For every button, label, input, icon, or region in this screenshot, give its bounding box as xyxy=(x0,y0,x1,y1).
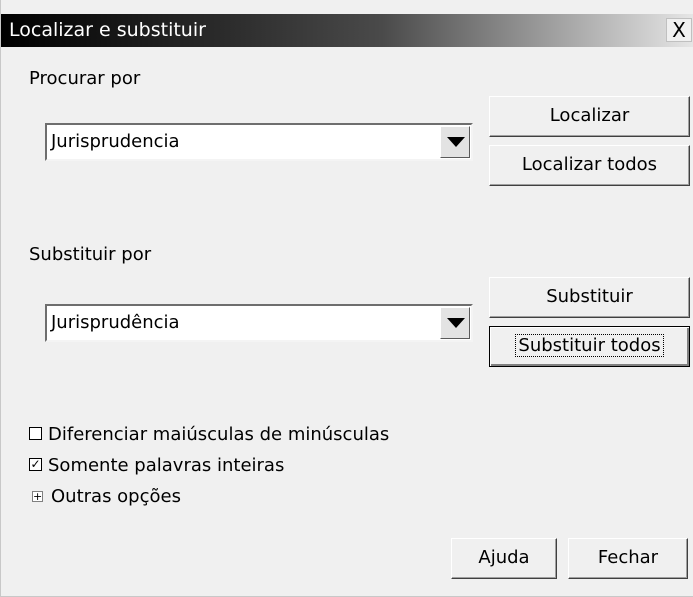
find-all-button-label: Localizar todos xyxy=(521,154,658,175)
replace-button[interactable]: Substituir xyxy=(489,277,690,318)
expand-icon[interactable]: + xyxy=(32,491,43,502)
whole-words-label-text: Somente palavras inteiras xyxy=(48,455,285,476)
find-label: Procurar por xyxy=(29,68,140,90)
dropdown-arrow-icon[interactable] xyxy=(440,307,470,339)
find-button-label: Localizar xyxy=(549,105,630,126)
replace-button-label: Substituir xyxy=(546,286,633,307)
replace-combobox[interactable]: Jurisprudência xyxy=(45,304,473,342)
more-options-link[interactable]: Outras opções xyxy=(51,486,181,508)
close-button-label: Fechar xyxy=(597,547,659,568)
replace-label-text: Substituir por xyxy=(29,244,152,265)
find-replace-dialog: Localizar e substituir X Procurar por Ju… xyxy=(0,0,693,597)
close-icon[interactable]: X xyxy=(666,18,692,42)
find-input[interactable]: Jurisprudencia xyxy=(51,131,180,153)
replace-all-button[interactable]: Substituir todos xyxy=(489,326,690,367)
whole-words-label[interactable]: Somente palavras inteiras xyxy=(48,455,284,477)
find-combobox[interactable]: Jurisprudencia xyxy=(45,123,473,161)
match-case-checkbox-icon[interactable] xyxy=(29,427,42,440)
help-button-label: Ajuda xyxy=(478,547,530,568)
help-button[interactable]: Ajuda xyxy=(451,538,557,579)
dropdown-arrow-icon[interactable] xyxy=(440,126,470,158)
whole-words-checkbox-icon[interactable]: ✓ xyxy=(29,458,42,471)
replace-all-button-label: Substituir todos xyxy=(515,334,664,357)
find-label-text: Procurar por xyxy=(29,68,141,89)
replace-label: Substituir por xyxy=(29,244,151,266)
dialog-title: Localizar e substituir xyxy=(9,19,206,41)
close-button[interactable]: Fechar xyxy=(568,538,688,579)
title-bar[interactable]: Localizar e substituir X xyxy=(1,14,693,47)
more-options-label-text: Outras opções xyxy=(51,486,181,507)
find-button[interactable]: Localizar xyxy=(489,96,690,137)
match-case-label[interactable]: Diferenciar maiúsculas de minúsculas xyxy=(48,424,389,446)
find-all-button[interactable]: Localizar todos xyxy=(489,145,690,186)
match-case-label-text: Diferenciar maiúsculas de minúsculas xyxy=(48,424,390,445)
replace-input[interactable]: Jurisprudência xyxy=(51,312,180,334)
